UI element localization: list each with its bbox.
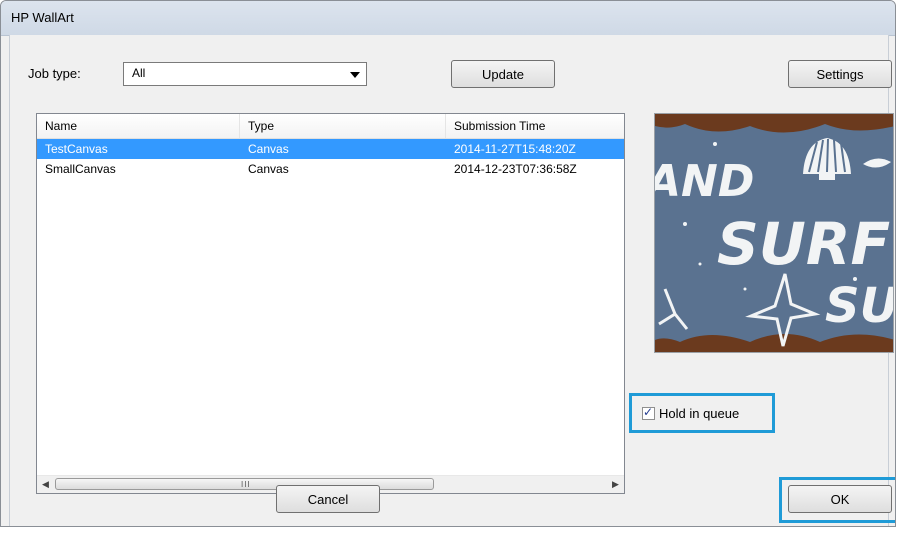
job-type-label: Job type: [28,66,81,81]
update-button[interactable]: Update [451,60,555,88]
dialog-window: HP WallArt Job type: All Update Settings… [0,0,896,527]
job-name-cell: TestCanvas [45,142,108,156]
cancel-button[interactable]: Cancel [276,485,380,513]
column-header-submission-time[interactable]: Submission Time [446,114,624,138]
table-row[interactable]: TestCanvas Canvas 2014-11-27T15:48:20Z [37,139,624,159]
window-title: HP WallArt [11,10,74,25]
job-time-cell: 2014-12-23T07:36:58Z [454,162,577,176]
artwork-text: AND [655,156,754,207]
dropdown-arrow-icon [350,72,360,78]
job-name-cell: SmallCanvas [45,162,116,176]
job-list[interactable]: Name Type Submission Time TestCanvas Can… [36,113,625,494]
job-type-cell: Canvas [248,142,289,156]
dialog-client-area: Job type: All Update Settings Name Type … [9,35,895,526]
job-type-selected-value: All [132,66,146,80]
hold-in-queue-label: Hold in queue [659,405,740,421]
job-list-header: Name Type Submission Time [37,114,624,139]
job-type-cell: Canvas [248,162,289,176]
checkmark-icon: ✓ [643,404,654,419]
job-preview-image: AND SURF SU [654,113,894,353]
surf-artwork-image: AND SURF SU [655,114,894,352]
scroll-left-icon[interactable]: ◀ [37,476,54,493]
column-header-name[interactable]: Name [37,114,240,138]
hold-in-queue-checkbox[interactable]: ✓ [642,404,655,420]
hold-in-queue-option[interactable]: ✓ Hold in queue [629,393,775,433]
settings-button[interactable]: Settings [788,60,892,88]
scrollbar-grip: III [241,480,251,489]
artwork-text: SU [825,278,894,334]
column-header-type[interactable]: Type [240,114,446,138]
job-time-cell: 2014-11-27T15:48:20Z [454,142,576,156]
ok-button[interactable]: OK [788,485,892,513]
title-bar[interactable]: HP WallArt [1,1,895,36]
job-type-dropdown[interactable]: All [123,62,367,86]
artwork-text: SURF [717,210,890,278]
scroll-right-icon[interactable]: ▶ [607,476,624,493]
table-row[interactable]: SmallCanvas Canvas 2014-12-23T07:36:58Z [37,159,624,179]
